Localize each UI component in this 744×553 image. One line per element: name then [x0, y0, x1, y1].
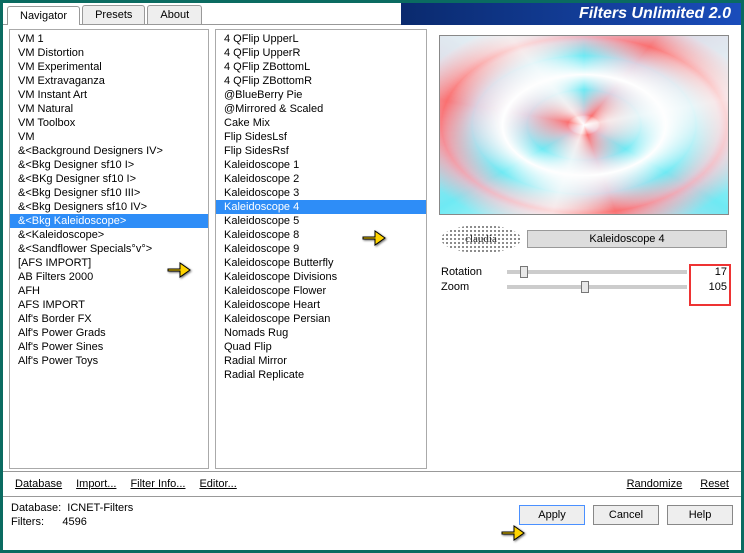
param-slider[interactable] — [507, 285, 687, 289]
list-item[interactable]: &<Kaleidoscope> — [10, 228, 208, 242]
list-item[interactable]: Radial Replicate — [216, 368, 426, 382]
list-item[interactable]: Kaleidoscope 4 — [216, 200, 426, 214]
database-button[interactable]: Database — [15, 478, 62, 490]
list-item[interactable]: Radial Mirror — [216, 354, 426, 368]
parameters-panel: Rotation17Zoom105 — [441, 263, 727, 296]
list-item[interactable]: &<Background Designers IV> — [10, 144, 208, 158]
filter-info-button[interactable]: Filter Info... — [130, 478, 185, 490]
brand-title: Filters Unlimited 2.0 — [401, 3, 741, 25]
param-slider[interactable] — [507, 270, 687, 274]
category-list[interactable]: VM 1VM DistortionVM ExperimentalVM Extra… — [9, 29, 209, 469]
list-item[interactable]: Flip SidesLsf — [216, 130, 426, 144]
value-highlight-annotation — [689, 264, 731, 306]
list-item[interactable]: Kaleidoscope Heart — [216, 298, 426, 312]
list-item[interactable]: Kaleidoscope 3 — [216, 186, 426, 200]
list-item[interactable]: @BlueBerry Pie — [216, 88, 426, 102]
param-label: Rotation — [441, 266, 501, 278]
cancel-button[interactable]: Cancel — [593, 505, 659, 525]
list-item[interactable]: Quad Flip — [216, 340, 426, 354]
apply-button[interactable]: Apply — [519, 505, 585, 525]
list-item[interactable]: Kaleidoscope 2 — [216, 172, 426, 186]
reset-button[interactable]: Reset — [700, 478, 729, 490]
list-item[interactable]: VM Instant Art — [10, 88, 208, 102]
tab-navigator[interactable]: Navigator — [7, 6, 80, 25]
list-item[interactable]: 4 QFlip ZBottomL — [216, 60, 426, 74]
preview-image — [439, 35, 729, 215]
list-item[interactable]: VM Experimental — [10, 60, 208, 74]
list-item[interactable]: Cake Mix — [216, 116, 426, 130]
filter-list[interactable]: 4 QFlip UpperL4 QFlip UpperR4 QFlip ZBot… — [215, 29, 427, 469]
list-item[interactable]: Kaleidoscope 9 — [216, 242, 426, 256]
list-item[interactable]: Kaleidoscope Flower — [216, 284, 426, 298]
list-item[interactable]: &<BKg Designer sf10 I> — [10, 172, 208, 186]
list-item[interactable]: Kaleidoscope 1 — [216, 158, 426, 172]
list-item[interactable]: 4 QFlip UpperR — [216, 46, 426, 60]
tab-about[interactable]: About — [147, 5, 202, 24]
list-item[interactable]: VM — [10, 130, 208, 144]
list-item[interactable]: VM 1 — [10, 32, 208, 46]
list-item[interactable]: Alf's Power Sines — [10, 340, 208, 354]
author-stamp: claudia — [441, 225, 521, 253]
list-item[interactable]: AB Filters 2000 — [10, 270, 208, 284]
list-item[interactable]: &<Sandflower Specials°v°> — [10, 242, 208, 256]
list-item[interactable]: &<Bkg Designer sf10 I> — [10, 158, 208, 172]
list-item[interactable]: VM Distortion — [10, 46, 208, 60]
import-button[interactable]: Import... — [76, 478, 116, 490]
help-button[interactable]: Help — [667, 505, 733, 525]
list-item[interactable]: AFS IMPORT — [10, 298, 208, 312]
list-item[interactable]: Alf's Border FX — [10, 312, 208, 326]
list-item[interactable]: 4 QFlip ZBottomR — [216, 74, 426, 88]
list-item[interactable]: Flip SidesRsf — [216, 144, 426, 158]
list-item[interactable]: VM Toolbox — [10, 116, 208, 130]
list-item[interactable]: AFH — [10, 284, 208, 298]
footer-info: Database: ICNET-Filters Filters: 4596 — [11, 501, 133, 529]
selected-filter-name: Kaleidoscope 4 — [527, 230, 727, 248]
list-item[interactable]: Alf's Power Toys — [10, 354, 208, 368]
list-item[interactable]: @Mirrored & Scaled — [216, 102, 426, 116]
list-item[interactable]: Kaleidoscope Persian — [216, 312, 426, 326]
tab-presets[interactable]: Presets — [82, 5, 145, 24]
list-item[interactable]: &<Bkg Designers sf10 IV> — [10, 200, 208, 214]
list-item[interactable]: Alf's Power Grads — [10, 326, 208, 340]
list-item[interactable]: &<Bkg Designer sf10 III> — [10, 186, 208, 200]
list-item[interactable]: VM Extravaganza — [10, 74, 208, 88]
list-item[interactable]: Nomads Rug — [216, 326, 426, 340]
list-item[interactable]: VM Natural — [10, 102, 208, 116]
list-item[interactable]: [AFS IMPORT] — [10, 256, 208, 270]
list-item[interactable]: &<Bkg Kaleidoscope> — [10, 214, 208, 228]
randomize-button[interactable]: Randomize — [627, 478, 683, 490]
editor-button[interactable]: Editor... — [199, 478, 236, 490]
param-label: Zoom — [441, 281, 501, 293]
list-item[interactable]: 4 QFlip UpperL — [216, 32, 426, 46]
list-item[interactable]: Kaleidoscope 8 — [216, 228, 426, 242]
list-item[interactable]: Kaleidoscope 5 — [216, 214, 426, 228]
list-item[interactable]: Kaleidoscope Butterfly — [216, 256, 426, 270]
list-item[interactable]: Kaleidoscope Divisions — [216, 270, 426, 284]
